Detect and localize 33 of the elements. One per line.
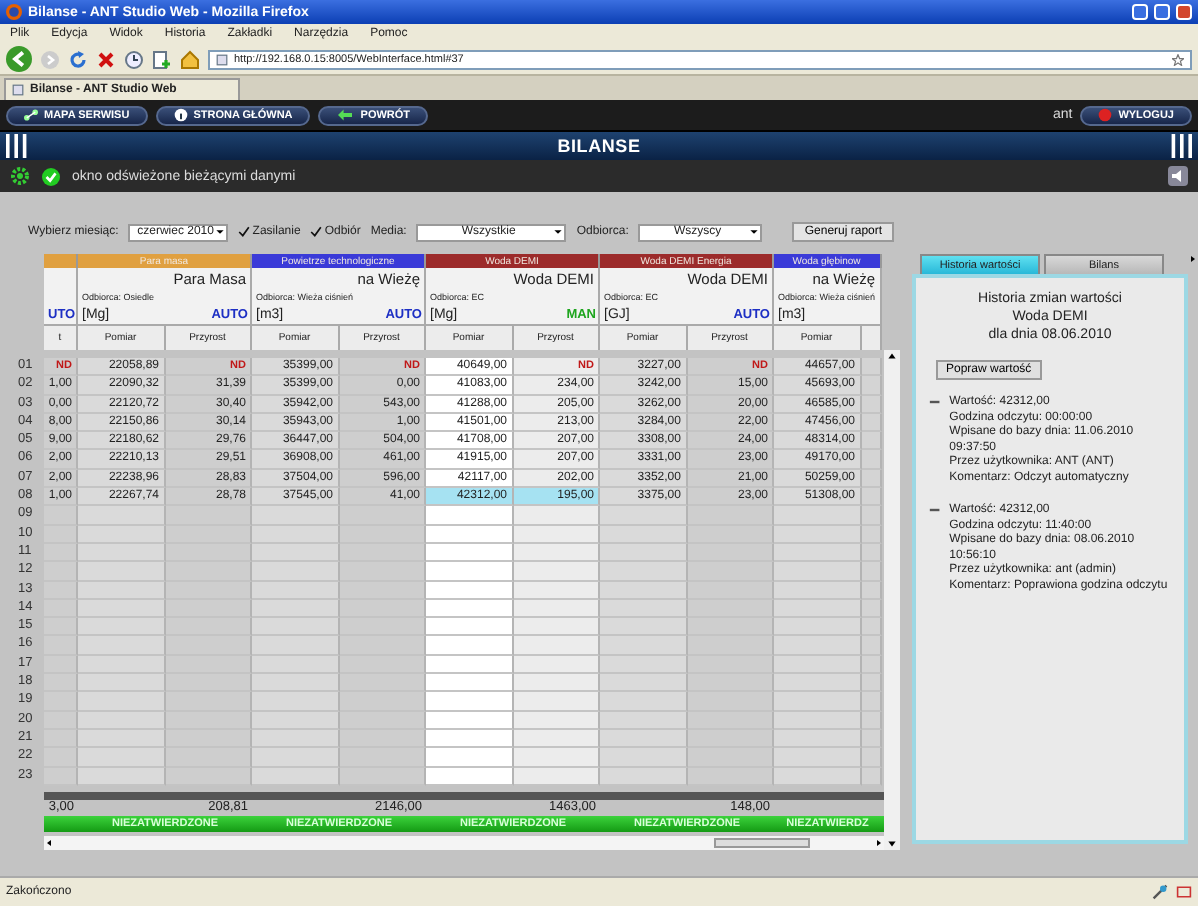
network-icon: [24, 108, 38, 122]
clock-icon[interactable]: [124, 49, 144, 69]
dropdown-caret-icon: [748, 226, 761, 238]
check-icon: [42, 167, 60, 185]
power-icon: [1098, 108, 1113, 122]
speaker-icon[interactable]: [1168, 166, 1188, 186]
close-button[interactable]: [1176, 4, 1192, 20]
page-title: BILANSE: [557, 136, 641, 156]
stripes-icon: [4, 134, 32, 158]
stop-icon[interactable]: [96, 49, 116, 69]
gear-icon[interactable]: [10, 166, 30, 186]
expand-arrow-icon[interactable]: [1188, 254, 1198, 264]
add-page-icon[interactable]: [152, 49, 172, 69]
horizontal-scrollbar[interactable]: [44, 835, 884, 850]
star-icon[interactable]: [1172, 53, 1184, 65]
vertical-scrollbar[interactable]: [884, 350, 900, 850]
checkbox[interactable]: [238, 226, 251, 238]
maximize-button[interactable]: [1154, 4, 1170, 20]
back-arrow-icon: [336, 108, 355, 122]
page-icon: [216, 53, 228, 65]
back-icon[interactable]: [6, 46, 32, 72]
info-icon: [173, 108, 188, 122]
checkbox[interactable]: [310, 226, 323, 238]
reload-icon[interactable]: [68, 49, 88, 69]
scroll-down-icon[interactable]: [886, 838, 898, 850]
minimize-button[interactable]: [1132, 4, 1148, 20]
home-icon[interactable]: [180, 49, 200, 69]
dropdown-caret-icon: [214, 226, 227, 238]
browser-logo-icon: [6, 4, 22, 20]
scroll-left-icon[interactable]: [44, 837, 54, 848]
dropdown-caret-icon: [552, 226, 565, 238]
page-icon: [12, 84, 24, 96]
scroll-up-icon[interactable]: [886, 350, 898, 362]
